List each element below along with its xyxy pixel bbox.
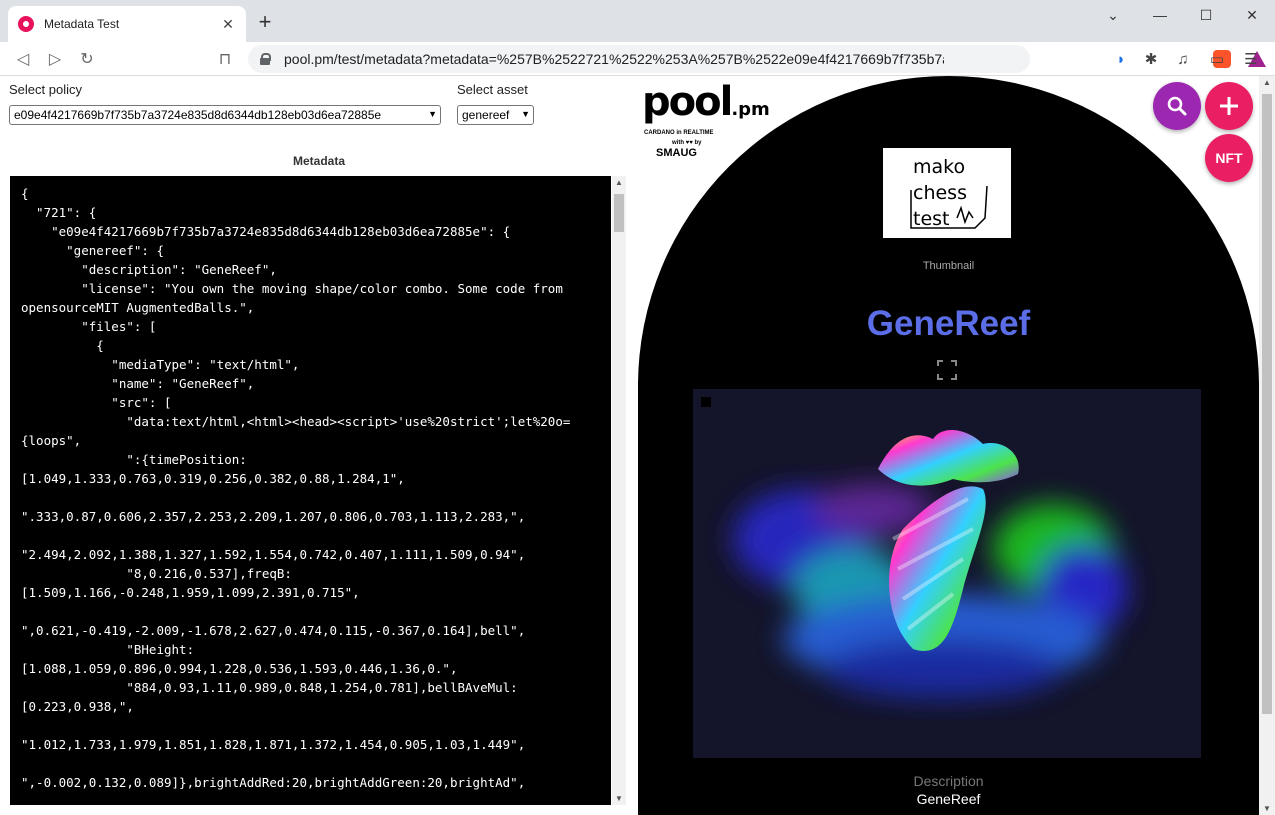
tab-strip: Metadata Test ✕ + ⌄ — ☐ ✕ <box>0 0 1275 42</box>
code-line: [0.223,0.938,", <box>21 699 134 714</box>
asset-select-value: genereef <box>462 108 510 122</box>
logo-wordmark: pool.pm <box>642 79 770 125</box>
code-line: "name": "GeneReef", <box>21 376 255 391</box>
maximize-button[interactable]: ☐ <box>1183 0 1229 30</box>
window-close-button[interactable]: ✕ <box>1229 0 1275 30</box>
code-line: "8,0.216,0.537],freqB: <box>21 566 292 581</box>
code-line: "1.012,1.733,1.979,1.851,1.828,1.871,1.3… <box>21 737 526 752</box>
code-line: { <box>21 186 29 201</box>
policy-label: Select policy <box>9 82 82 97</box>
code-line: "721": { <box>21 205 97 220</box>
thumbnail-caption: Thumbnail <box>922 260 975 272</box>
wallet-icon[interactable]: ▭ <box>1204 46 1230 72</box>
media-control-icon[interactable]: ♫ <box>1170 46 1196 72</box>
code-line: "license": "You own the moving shape/col… <box>21 281 563 296</box>
reload-icon[interactable]: ↻ <box>74 46 100 72</box>
chevron-down-icon[interactable]: ⌄ <box>1090 0 1136 30</box>
minimize-button[interactable]: — <box>1137 0 1183 30</box>
logo-smaug: SMAUG <box>656 147 697 159</box>
page-scrollbar-thumb[interactable] <box>1262 94 1272 714</box>
read-aloud-icon[interactable]: ◗ <box>1108 46 1134 72</box>
code-line: "2.494,2.092,1.388,1.327,1.592,1.554,0.7… <box>21 547 526 562</box>
browser-toolbar: ◁ ▷ ↻ ⊓ pool.pm/test/metadata?metadata=%… <box>0 42 1275 76</box>
nft-button[interactable]: NFT <box>1205 134 1253 182</box>
description-value: GeneReef <box>916 791 981 807</box>
code-line: "genereef": { <box>21 243 164 258</box>
asset-label: Select asset <box>457 82 528 97</box>
forward-icon[interactable]: ▷ <box>42 46 68 72</box>
tab-close-icon[interactable]: ✕ <box>220 16 236 33</box>
asset-preview-panel: pool.pm CARDANO in REALTIME with ♥♥ by S… <box>638 76 1259 815</box>
code-line: opensourceMIT AugmentedBalls.", <box>21 300 255 315</box>
scroll-down-icon[interactable]: ▼ <box>612 794 626 803</box>
chevron-down-icon: ▼ <box>521 109 530 119</box>
code-line: [1.509,1.166,-0.248,1.959,1.099,2.391,0.… <box>21 585 360 600</box>
policy-select-value: e09e4f4217669b7f735b7a3724e835d8d6344db1… <box>14 108 382 122</box>
pool-pm-logo[interactable]: pool.pm CARDANO in REALTIME with ♥♥ by S… <box>642 82 772 162</box>
fullscreen-icon[interactable] <box>937 360 957 380</box>
address-bar[interactable]: pool.pm/test/metadata?metadata=%257B%252… <box>248 45 1266 73</box>
metadata-code-area[interactable]: { "721": { "e09e4f4217669b7f735b7a3724e8… <box>10 176 611 805</box>
code-line: "data:text/html,<html><head><script>'use… <box>21 414 571 429</box>
logo-with: with ♥♥ by <box>672 140 702 146</box>
code-line: "description": "GeneReef", <box>21 262 277 277</box>
chevron-down-icon: ▼ <box>428 109 437 119</box>
metadata-panel: Select policy e09e4f4217669b7f735b7a3724… <box>0 76 638 815</box>
code-line: "src": [ <box>21 395 172 410</box>
description-label: Description <box>913 773 984 789</box>
pool-favicon-icon <box>18 16 34 32</box>
url-text[interactable]: pool.pm/test/metadata?metadata=%257B%252… <box>284 51 944 67</box>
nft-animation-viewer[interactable] <box>693 389 1201 758</box>
lock-icon <box>260 53 271 65</box>
add-button[interactable] <box>1205 82 1253 130</box>
tab-title: Metadata Test <box>44 17 120 31</box>
code-line: { <box>21 338 104 353</box>
code-line: [1.088,1.059,0.896,0.994,1.228,0.536,1.5… <box>21 661 458 676</box>
policy-select[interactable]: e09e4f4217669b7f735b7a3724e835d8d6344db1… <box>9 105 441 125</box>
page-scrollbar[interactable]: ▲ ▼ <box>1259 76 1275 815</box>
code-line: ",0.621,-0.419,-2.009,-1.678,2.627,0.474… <box>21 623 526 638</box>
genereef-render <box>733 429 1128 699</box>
extensions-icon[interactable]: ✱ <box>1138 46 1164 72</box>
plus-icon <box>1220 97 1238 115</box>
new-tab-button[interactable]: + <box>255 11 275 33</box>
code-line: ",-0.002,0.132,0.089]},brightAddRed:20,b… <box>21 775 526 790</box>
code-line: ":{timePosition: <box>21 452 247 467</box>
search-button[interactable] <box>1153 82 1201 130</box>
code-line: [1.049,1.333,0.763,0.319,0.256,0.382,0.8… <box>21 471 405 486</box>
code-line: "884,0.93,1.11,0.989,0.848,1.254,0.781],… <box>21 680 518 695</box>
scroll-down-icon[interactable]: ▼ <box>1259 804 1275 813</box>
viewer-control-square[interactable] <box>701 397 711 407</box>
thumbnail-doodle <box>910 185 988 229</box>
thumbnail-image: mako chess test <box>883 148 1011 238</box>
metadata-heading: Metadata <box>292 154 345 168</box>
code-line: "files": [ <box>21 319 157 334</box>
search-icon <box>1167 96 1187 116</box>
code-line: ".333,0.87,0.606,2.357,2.253,2.209,1.207… <box>21 509 526 524</box>
scrollbar-thumb[interactable] <box>614 194 624 232</box>
code-scrollbar[interactable]: ▲ ▼ <box>612 176 626 805</box>
asset-select[interactable]: genereef ▼ <box>457 105 534 125</box>
browser-tab[interactable]: Metadata Test ✕ <box>8 6 246 42</box>
code-line: "e09e4f4217669b7f735b7a3724e835d8d6344db… <box>21 224 511 239</box>
asset-title: GeneReef <box>866 304 1031 343</box>
code-line: "mediaType": "text/html", <box>21 357 300 372</box>
code-line: {loops", <box>21 433 82 448</box>
code-line: "BHeight: <box>21 642 195 657</box>
logo-tagline: CARDANO in REALTIME <box>644 130 714 136</box>
back-icon[interactable]: ◁ <box>10 46 36 72</box>
menu-icon[interactable]: ☰ <box>1238 46 1264 72</box>
bookmark-icon[interactable]: ⊓ <box>212 46 238 72</box>
scroll-up-icon[interactable]: ▲ <box>1259 78 1275 87</box>
scroll-up-icon[interactable]: ▲ <box>612 178 626 187</box>
